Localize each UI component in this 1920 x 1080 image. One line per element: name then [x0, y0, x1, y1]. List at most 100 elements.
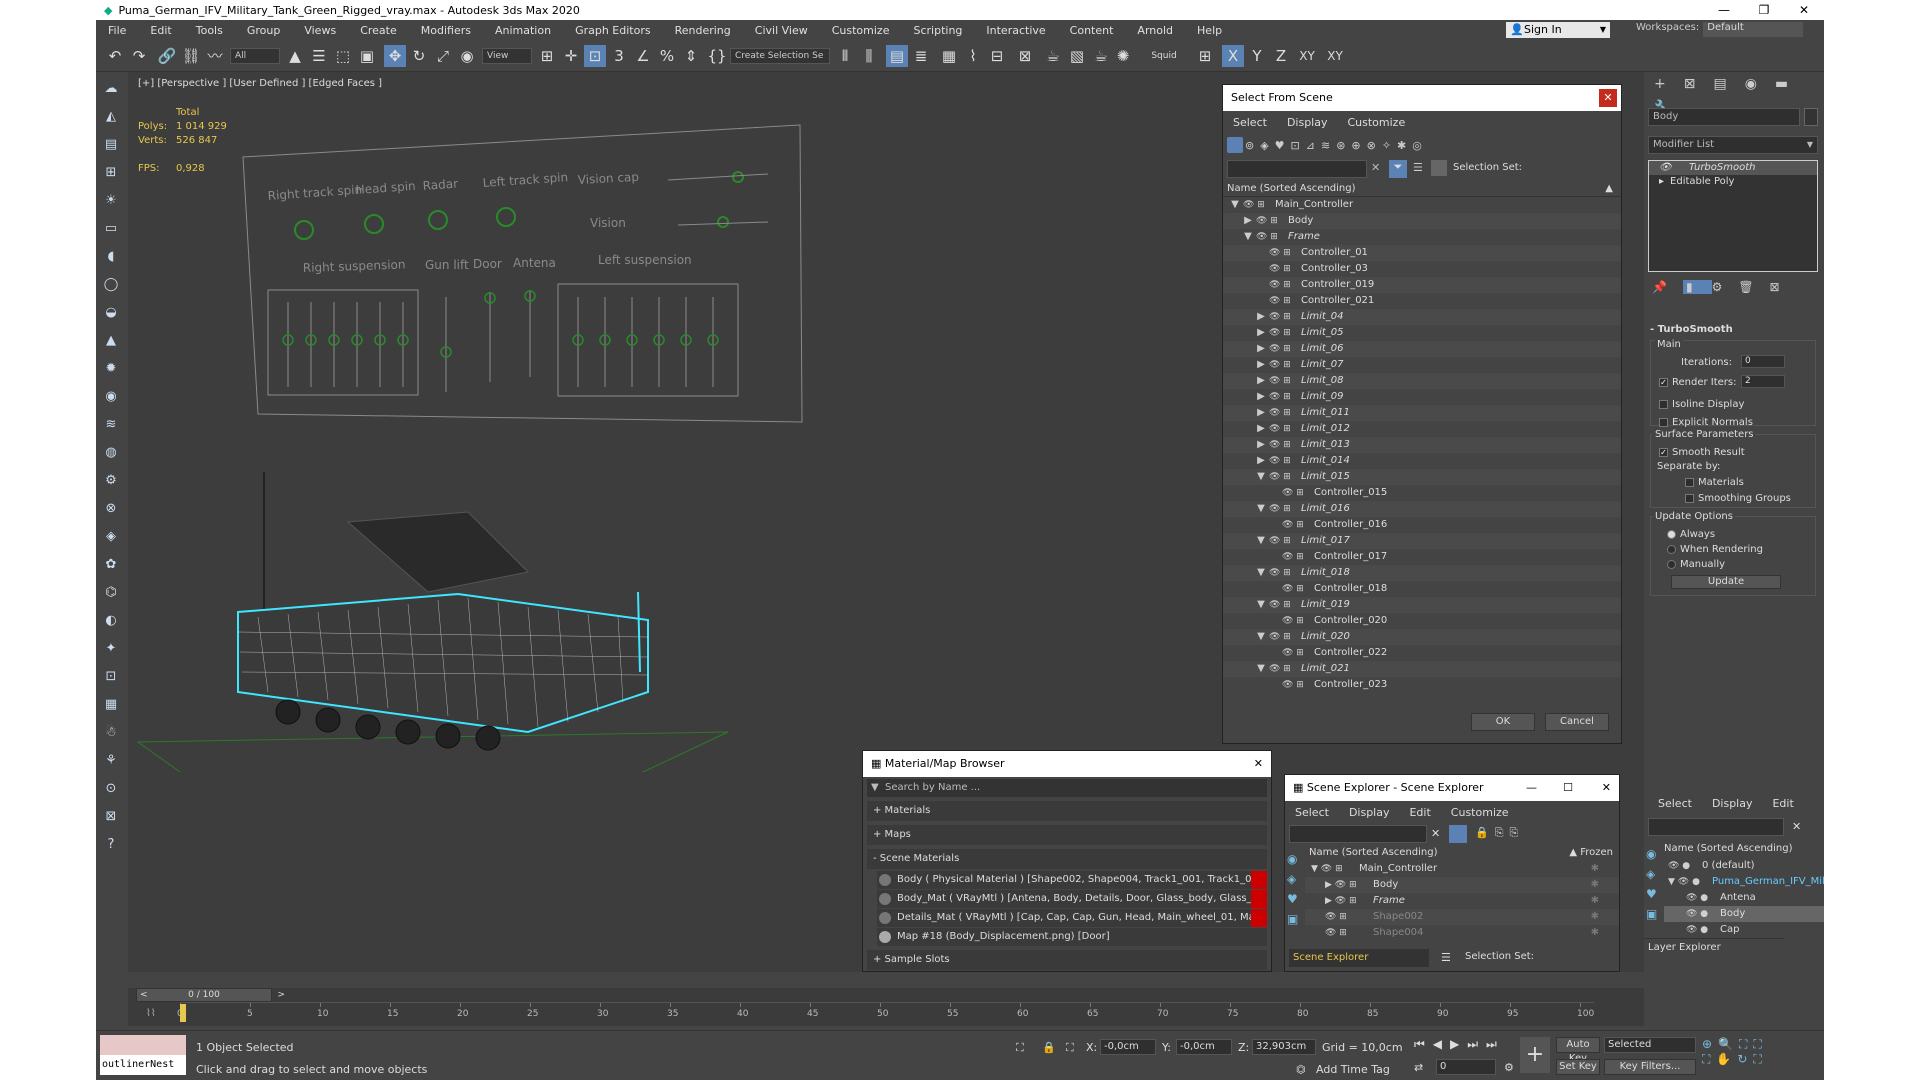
tree-row[interactable]: 👁 ⊞ Controller_021 — [1223, 293, 1621, 309]
menu-file[interactable]: File — [96, 24, 138, 37]
layer-explorer-find-input[interactable] — [1648, 818, 1784, 836]
materials-rollout[interactable]: + Materials — [867, 801, 1267, 821]
tree-row[interactable]: 👁 ⊞ Controller_020 — [1223, 613, 1621, 629]
tree-row[interactable]: ▶ 👁 ⊞ Limit_014 — [1223, 453, 1621, 469]
visibility-eye-icon[interactable]: 👁 ⊞ — [1256, 229, 1278, 245]
tree-row[interactable]: ▶ 👁 ⊞ Limit_013 — [1223, 437, 1621, 453]
expand-arrow-icon[interactable]: ▶ — [1255, 309, 1267, 325]
axis-z-button[interactable]: Z — [1270, 45, 1292, 67]
visibility-eye-icon[interactable]: 👁 ⊞ — [1325, 925, 1347, 941]
layer-row[interactable]: 👁 ● Cap — [1664, 922, 1824, 938]
collapse-arrow-icon[interactable]: ▼ — [1242, 229, 1254, 245]
close-button[interactable]: ✕ — [1784, 0, 1824, 20]
menu-customize[interactable]: Customize — [1337, 116, 1415, 129]
filter-icons-row[interactable]: ⊚◈♥⊡⊿≋⊛⊕⊗✧✱◎ — [1245, 139, 1428, 152]
tree-row[interactable]: ▼ 👁 ⊞ Limit_016 — [1223, 501, 1621, 517]
collapse-arrow-icon[interactable]: ▼ — [1255, 629, 1267, 645]
workspaces-value[interactable]: Default — [1703, 22, 1804, 37]
expand-arrow-icon[interactable]: ▶ — [1255, 437, 1267, 453]
frozen-icon[interactable]: ✱ — [1591, 861, 1599, 877]
tree-row[interactable]: 👁 ⊞ Controller_022 — [1223, 645, 1621, 661]
axis-xy-cycle-button[interactable]: XY — [1322, 45, 1348, 67]
menu-customize[interactable]: Customize — [820, 24, 902, 37]
layer-row[interactable]: 👁 ● Antena — [1664, 890, 1824, 906]
terrain-icon[interactable]: ▦ — [100, 694, 122, 716]
visibility-eye-icon[interactable]: 👁 ● — [1686, 890, 1708, 906]
sphere-icon[interactable]: ◒ — [100, 302, 122, 324]
menu-content[interactable]: Content — [1058, 24, 1126, 37]
tree-row[interactable]: ▼ 👁 ⊞ Limit_017 — [1223, 533, 1621, 549]
expand-arrow-icon[interactable]: ▶ — [1255, 405, 1267, 421]
gengon-icon[interactable]: ✿ — [100, 554, 122, 576]
material-item[interactable]: Map #18 (Body_Displacement.png) [Door] — [877, 928, 1267, 946]
iterations-spinner[interactable]: 0 — [1741, 355, 1785, 368]
collapse-arrow-icon[interactable]: ▼ — [1229, 197, 1241, 213]
visibility-eye-icon[interactable]: ▶ 👁 ⊞ — [1325, 877, 1357, 893]
filter-icon[interactable] — [1449, 825, 1467, 843]
visibility-eye-icon[interactable]: 👁 ⊞ — [1269, 325, 1291, 341]
key-filters-button[interactable]: Key Filters... — [1604, 1059, 1696, 1075]
close-icon[interactable]: ✕ — [1599, 89, 1617, 107]
scene-explorer-side-icons[interactable]: ◉ ◈ ♥ ▣ — [1287, 849, 1303, 929]
menu-scripting[interactable]: Scripting — [901, 24, 974, 37]
explicit-normals-checkbox[interactable]: Explicit Normals — [1659, 417, 1753, 428]
tree-row[interactable]: ▶ 👁 ⊞ Limit_09 — [1223, 389, 1621, 405]
z-coordinate-field[interactable]: 32,903cm — [1252, 1039, 1316, 1055]
visibility-eye-icon[interactable]: ▶ 👁 ⊞ — [1325, 893, 1357, 909]
menu-customize[interactable]: Customize — [1441, 806, 1519, 819]
maps-rollout[interactable]: + Maps — [867, 825, 1267, 845]
turbosmooth-title[interactable]: - TurboSmooth — [1650, 324, 1816, 338]
clear-search-icon[interactable]: ✕ — [1371, 161, 1380, 174]
key-mode-icon[interactable]: ⇄ — [1414, 1061, 1423, 1074]
visibility-eye-icon[interactable]: 👁 ⊞ — [1282, 485, 1304, 501]
cancel-button[interactable]: Cancel — [1545, 713, 1609, 731]
tree-row[interactable]: ▶ 👁 ⊞ Limit_08 — [1223, 373, 1621, 389]
compound-icon[interactable]: ⊡ — [100, 666, 122, 688]
hedra-icon[interactable]: ◈ — [100, 526, 122, 548]
minimize-icon[interactable]: — — [1526, 775, 1537, 801]
isoline-display-checkbox[interactable]: Isoline Display — [1659, 399, 1744, 410]
current-frame-field[interactable]: 0 — [1436, 1059, 1496, 1075]
object-color-swatch[interactable] — [1804, 108, 1818, 126]
visibility-eye-icon[interactable]: 👁 ⊞ — [1269, 373, 1291, 389]
redo-icon[interactable]: ↷ — [128, 45, 150, 67]
find-input[interactable] — [1227, 160, 1367, 178]
tree-row[interactable]: ▼ 👁 ⊞ Main_Controller — [1223, 197, 1621, 213]
next-frame-arrow-icon[interactable]: > — [277, 989, 285, 1001]
visibility-eye-icon[interactable]: 👁 ⊞ — [1269, 341, 1291, 357]
layer-explorer-icon[interactable]: ≣ — [910, 45, 932, 67]
lock-icon[interactable]: 🔒⎘⎘ — [1475, 826, 1524, 840]
time-configuration-icon[interactable]: ⚙ — [1504, 1061, 1514, 1074]
clear-search-icon[interactable]: ✕ — [1431, 827, 1440, 840]
render-iters-checkbox[interactable]: ✓ Render Iters: — [1659, 377, 1737, 388]
select-manipulate-icon[interactable]: ✛ — [560, 45, 582, 67]
keyboard-shortcut-override-icon[interactable]: ⊡ — [584, 45, 606, 67]
render-setup-icon[interactable]: ☕ — [1042, 45, 1064, 67]
scene-explorer-row[interactable]: ▶ 👁 ⊞ Body ✱ — [1305, 877, 1619, 893]
stack-item-turbosmooth[interactable]: 👁 TurboSmooth — [1649, 161, 1817, 175]
prev-frame-arrow-icon[interactable]: < — [140, 989, 148, 1001]
visibility-eye-icon[interactable]: 👁 ⊞ — [1282, 549, 1304, 565]
character-icon[interactable]: ⚘ — [100, 750, 122, 772]
eye-icon[interactable]: 👁 — [1659, 162, 1675, 173]
visibility-eye-icon[interactable]: 👁 ⊞ — [1282, 613, 1304, 629]
lights-icon[interactable]: ▤ — [100, 134, 122, 156]
toggle-ribbon-icon[interactable]: ▦ — [938, 45, 960, 67]
tree-row[interactable]: ▶ 👁 ⊞ Limit_04 — [1223, 309, 1621, 325]
menu-display[interactable]: Display — [1702, 797, 1763, 810]
when-rendering-radio[interactable]: When Rendering — [1667, 544, 1763, 555]
select-rotate-icon[interactable]: ↻ — [408, 45, 430, 67]
key-selection-dropdown[interactable]: Selected — [1604, 1037, 1696, 1053]
squid-studio-label[interactable]: Squid Studio v — [1136, 45, 1192, 83]
visibility-eye-icon[interactable]: ▼ 👁 ⊞ — [1311, 861, 1343, 877]
visibility-eye-icon[interactable]: 👁 ⊞ — [1269, 453, 1291, 469]
maximize-icon[interactable]: ☐ — [1563, 775, 1573, 801]
menu-edit[interactable]: Edit — [1399, 806, 1440, 819]
expand-arrow-icon[interactable]: ▶ — [1255, 421, 1267, 437]
frozen-icon[interactable]: ✱ — [1591, 877, 1599, 893]
ok-button[interactable]: OK — [1471, 713, 1535, 731]
visibility-eye-icon[interactable]: 👁 ⊞ — [1269, 533, 1291, 549]
visibility-eye-icon[interactable]: 👁 ⊞ — [1269, 261, 1291, 277]
frozen-icon[interactable]: ✱ — [1591, 909, 1599, 925]
menu-edit[interactable]: Edit — [138, 24, 183, 37]
